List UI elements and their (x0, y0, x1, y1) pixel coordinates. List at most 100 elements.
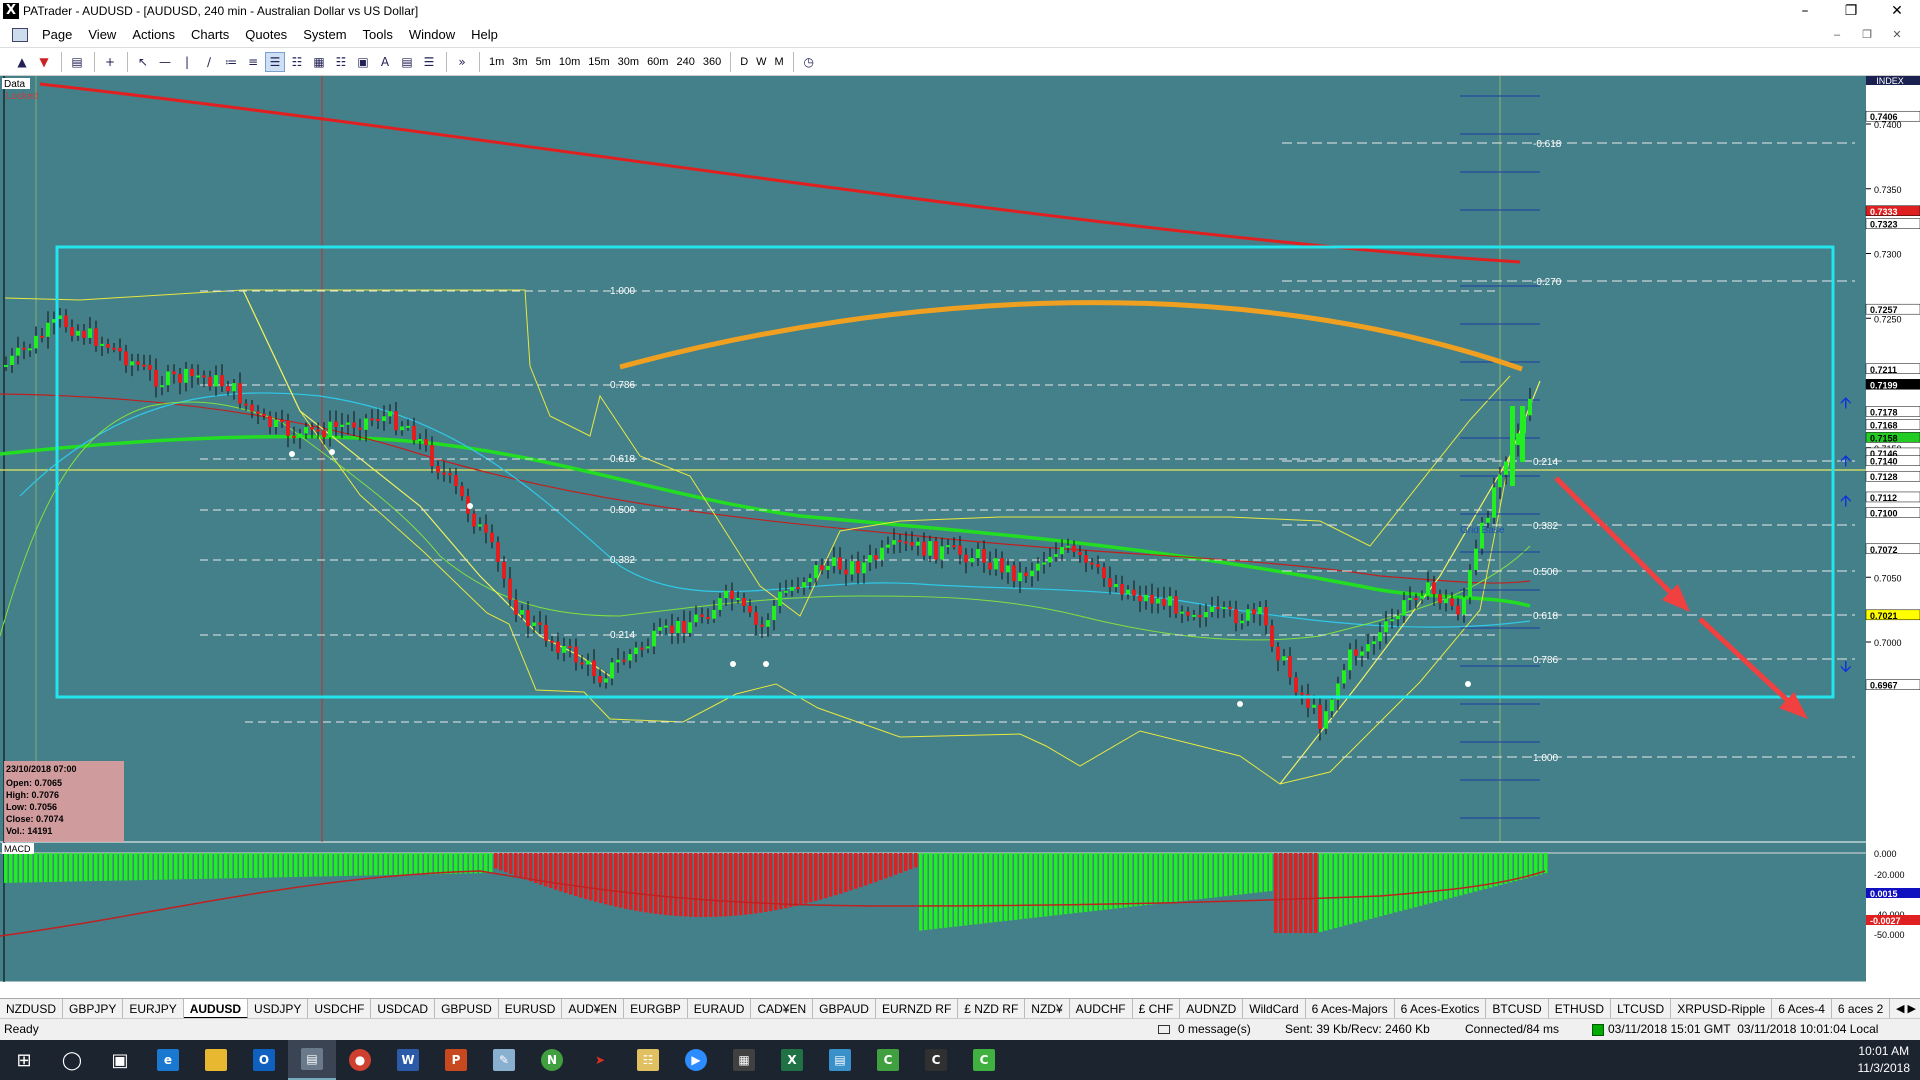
overflow-icon[interactable]: » (452, 52, 472, 72)
symbol-tab[interactable]: EURGBP (624, 999, 688, 1018)
timeframe-30m[interactable]: 30m (614, 56, 643, 68)
trend-line-icon[interactable]: ∕ (199, 52, 219, 72)
text-icon[interactable]: A (375, 52, 395, 72)
symbol-tab[interactable]: ETHUSD (1549, 999, 1612, 1018)
symbol-tab[interactable]: GBPAUD (813, 999, 876, 1018)
cursor-icon[interactable]: ↖ (133, 52, 153, 72)
tab-nav-arrows[interactable]: ◀ ▶ (1896, 999, 1916, 1018)
symbol-tab[interactable]: AUDNZD (1180, 999, 1244, 1018)
menu-view[interactable]: View (80, 27, 124, 42)
outlook-icon[interactable]: O (240, 1040, 288, 1080)
camtasia-icon[interactable]: C (864, 1040, 912, 1080)
symbol-tab[interactable]: £ NZD RF (958, 999, 1026, 1018)
mdi-minimize-button[interactable]: – (1824, 26, 1850, 44)
close-button[interactable]: ✕ (1874, 0, 1920, 22)
data-label[interactable]: Data (4, 79, 26, 90)
levels-icon[interactable]: ☰ (419, 52, 439, 72)
price-chart[interactable]: 1.0000.7860.6180.5000.3820.214-0.618-0.2… (0, 76, 1920, 982)
symbol-tab[interactable]: 6 Aces-Exotics (1395, 999, 1487, 1018)
timeframe-360[interactable]: 360 (699, 56, 725, 68)
menu-actions[interactable]: Actions (124, 27, 183, 42)
start-icon[interactable]: ⊞ (0, 1040, 48, 1080)
search-icon[interactable]: ◯ (48, 1040, 96, 1080)
patrader-icon[interactable]: ▤ (288, 1040, 336, 1080)
symbol-tab[interactable]: USDJPY (248, 999, 309, 1018)
fib-extension-icon[interactable]: ☷ (287, 52, 307, 72)
symbol-tab[interactable]: BTCUSD (1486, 999, 1549, 1018)
file-explorer-icon[interactable] (192, 1040, 240, 1080)
camtasia-editor-icon[interactable]: C (960, 1040, 1008, 1080)
symbol-tab[interactable]: CAD¥EN (751, 999, 814, 1018)
cycle-lines-icon[interactable]: ☷ (331, 52, 351, 72)
chrome-icon[interactable]: ● (336, 1040, 384, 1080)
symbol-tab[interactable]: USDCAD (371, 999, 436, 1018)
chart-icon[interactable]: ▤ (67, 52, 87, 72)
channel-icon[interactable]: ≔ (221, 52, 241, 72)
mdi-close-button[interactable]: ✕ (1884, 26, 1910, 44)
menu-system[interactable]: System (295, 27, 354, 42)
symbol-tab[interactable]: EURNZD RF (876, 999, 959, 1018)
sell-order-icon[interactable]: ▼ (34, 52, 54, 72)
symbol-tab[interactable]: EURAUD (688, 999, 752, 1018)
rectangle-icon[interactable]: ▣ (353, 52, 373, 72)
zoom-icon[interactable]: ▶ (672, 1040, 720, 1080)
camtasia-recorder-icon[interactable]: C (912, 1040, 960, 1080)
symbol-tab[interactable]: GBPUSD (435, 999, 499, 1018)
powerpoint-icon[interactable]: P (432, 1040, 480, 1080)
message-count[interactable]: 0 message(s) (1158, 1022, 1251, 1036)
timeframe-3m[interactable]: 3m (508, 56, 531, 68)
symbol-tab[interactable]: AUDUSD (183, 999, 249, 1018)
symbol-tab[interactable]: AUD¥EN (562, 999, 625, 1018)
timeframe-60m[interactable]: 60m (643, 56, 672, 68)
gann-icon[interactable]: ▦ (309, 52, 329, 72)
red-app-icon[interactable]: ➤ (576, 1040, 624, 1080)
symbol-tab[interactable]: EURJPY (123, 999, 184, 1018)
crosshair-icon[interactable]: + (100, 52, 120, 72)
symbol-tab[interactable]: WildCard (1243, 999, 1306, 1018)
timeframe-15m[interactable]: 15m (584, 56, 613, 68)
symbol-tab[interactable]: 6 aces 2 (1832, 999, 1891, 1018)
symbol-tab[interactable]: NZDUSD (0, 999, 63, 1018)
minimize-button[interactable]: – (1782, 0, 1828, 22)
vertical-line-icon[interactable]: | (177, 52, 197, 72)
menu-tools[interactable]: Tools (355, 27, 401, 42)
grid-icon[interactable]: ▤ (397, 52, 417, 72)
mdi-restore-button[interactable]: ❐ (1854, 26, 1880, 44)
menu-quotes[interactable]: Quotes (237, 27, 295, 42)
notes-icon[interactable]: ✎ (480, 1040, 528, 1080)
symbol-tab[interactable]: 6 Aces-Majors (1306, 999, 1395, 1018)
menu-help[interactable]: Help (463, 27, 506, 42)
fib-fan-icon[interactable]: ≡ (243, 52, 263, 72)
menu-page[interactable]: Page (34, 27, 80, 42)
timeframe-monthly[interactable]: M (771, 56, 788, 68)
buy-order-icon[interactable]: ▲ (12, 52, 32, 72)
edge-icon[interactable]: e (144, 1040, 192, 1080)
calculator-icon[interactable]: ▦ (720, 1040, 768, 1080)
timeframe-10m[interactable]: 10m (555, 56, 584, 68)
timeframe-daily[interactable]: D (736, 56, 752, 68)
menu-charts[interactable]: Charts (183, 27, 237, 42)
system-clock[interactable]: 10:01 AM 11/3/2018 (1858, 1043, 1911, 1077)
fib-retracement-icon[interactable]: ☰ (265, 51, 285, 72)
maximize-button[interactable]: ❐ (1828, 0, 1874, 22)
timeframe-weekly[interactable]: W (752, 56, 770, 68)
timeframe-1m[interactable]: 1m (485, 56, 508, 68)
word-icon[interactable]: W (384, 1040, 432, 1080)
symbol-tab[interactable]: £ CHF (1133, 999, 1181, 1018)
nitro-icon[interactable]: N (528, 1040, 576, 1080)
symbol-tab[interactable]: LTCUSD (1611, 999, 1672, 1018)
notepad-icon[interactable]: ☷ (624, 1040, 672, 1080)
timeframe-5m[interactable]: 5m (532, 56, 555, 68)
symbol-tab[interactable]: XRPUSD-Ripple (1671, 999, 1773, 1018)
symbol-tab[interactable]: USDCHF (308, 999, 372, 1018)
symbol-tab[interactable]: GBPJPY (63, 999, 124, 1018)
symbol-tab[interactable]: EURUSD (499, 999, 563, 1018)
task-view-icon[interactable]: ▣ (96, 1040, 144, 1080)
excel-icon[interactable]: X (768, 1040, 816, 1080)
horizontal-line-icon[interactable]: — (155, 52, 175, 72)
menu-window[interactable]: Window (401, 27, 463, 42)
timeframe-240[interactable]: 240 (672, 56, 698, 68)
symbol-tab[interactable]: NZD¥ (1025, 999, 1070, 1018)
clock-icon[interactable]: ◷ (799, 52, 819, 72)
symbol-tab[interactable]: AUDCHF (1070, 999, 1133, 1018)
